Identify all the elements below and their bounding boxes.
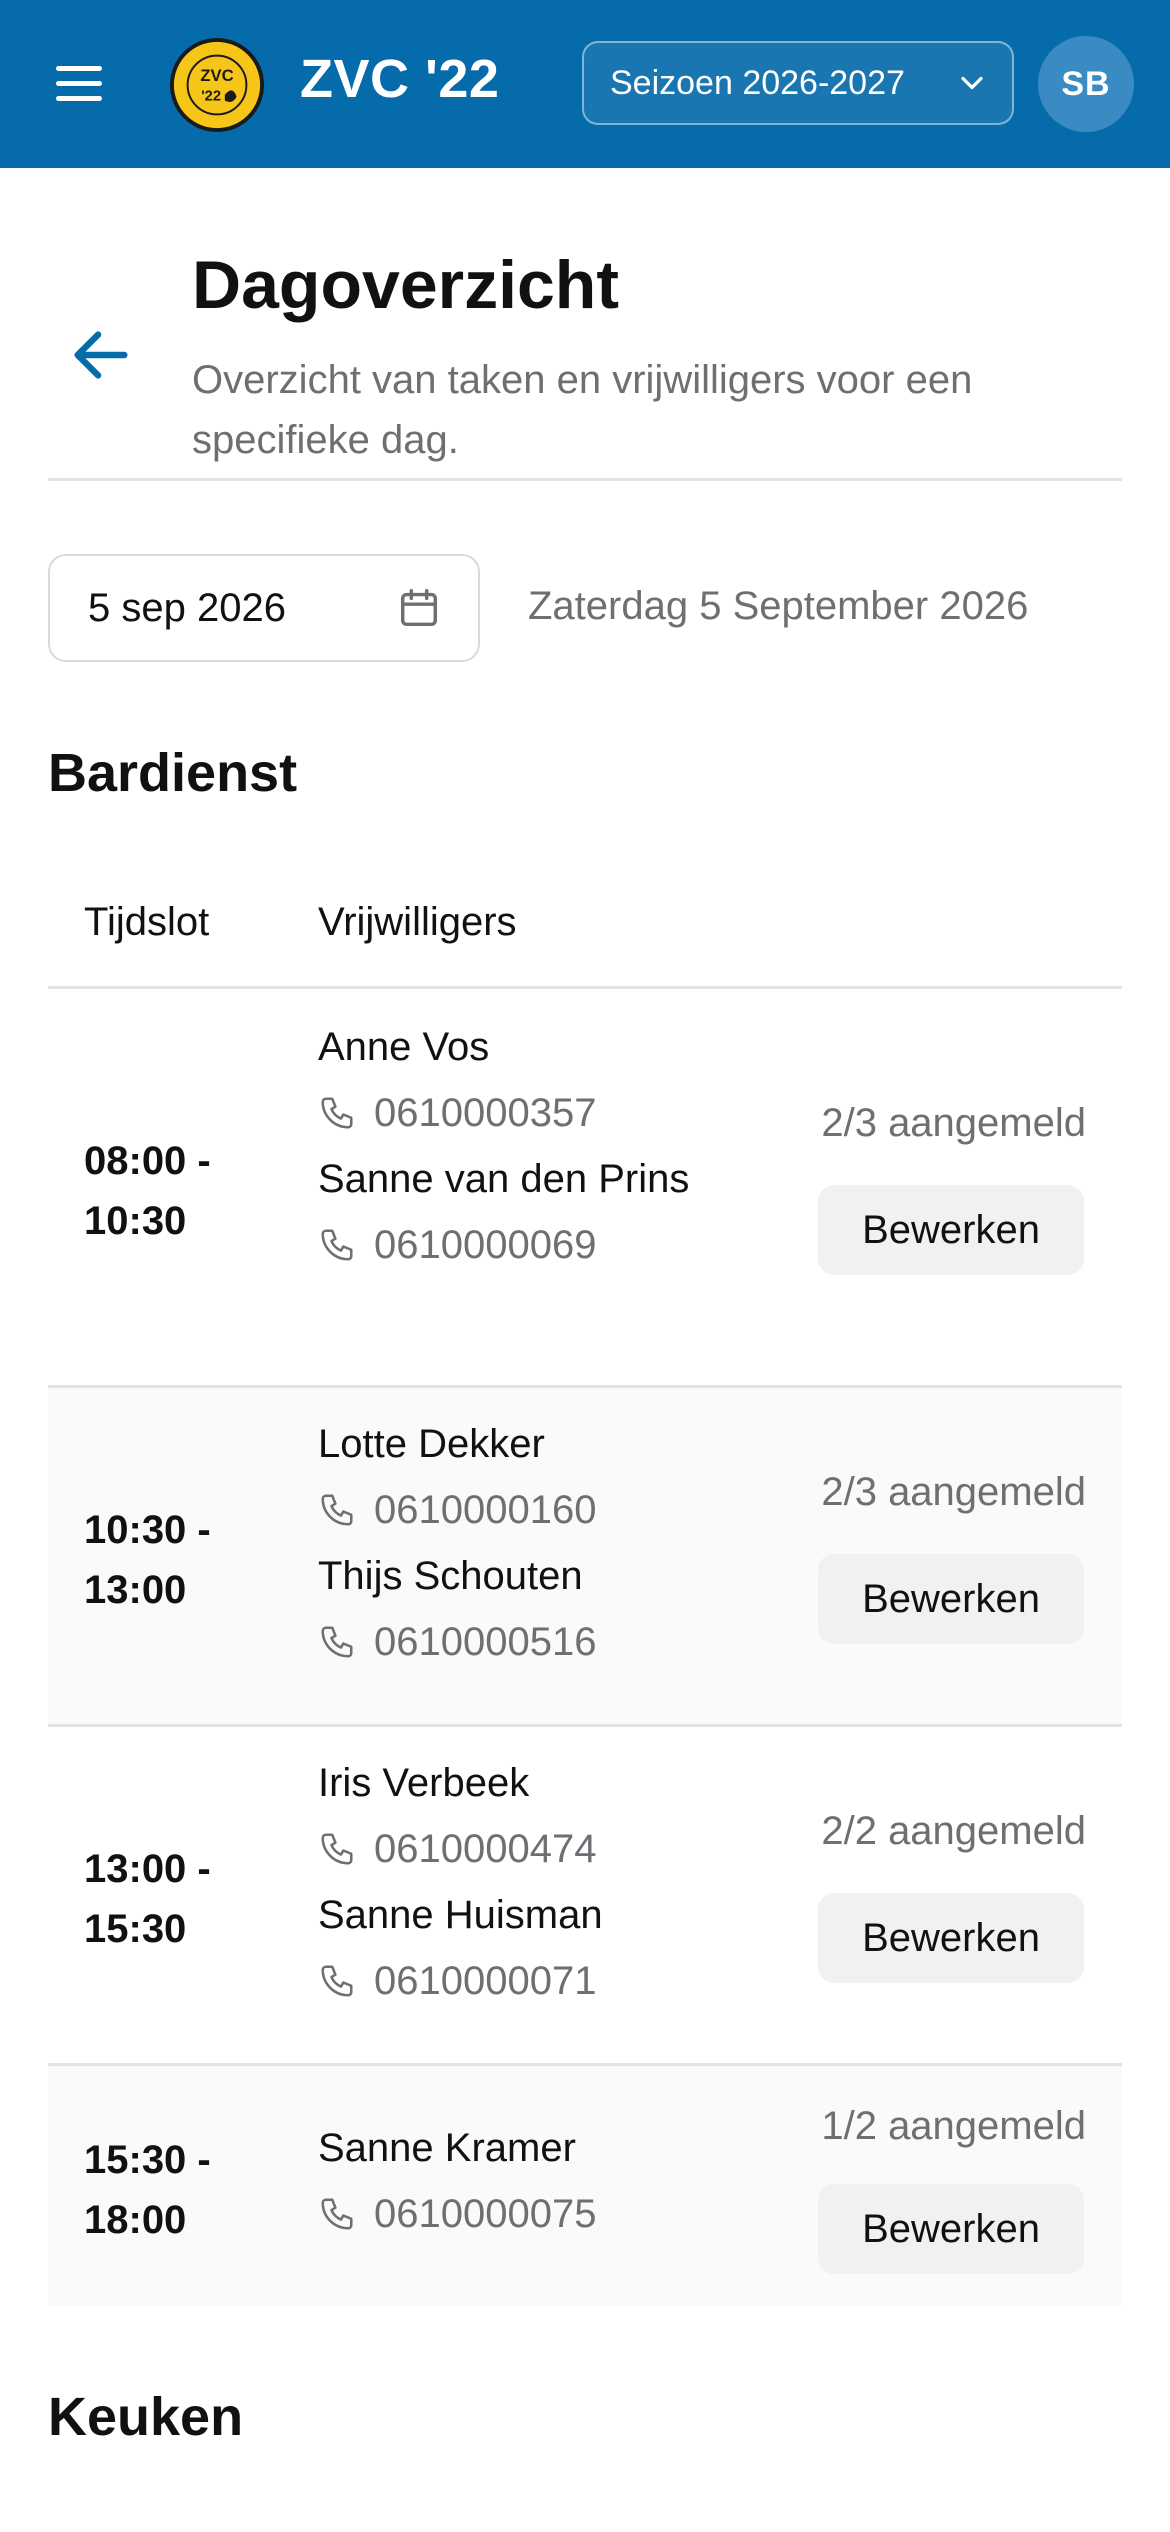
table-row: 10:30 - 13:00 Lotte Dekker 0610000160 Th… bbox=[48, 1388, 1122, 1724]
timeslot-start: 10:30 - bbox=[84, 1508, 211, 1552]
timeslot-end: 15:30 bbox=[84, 1907, 187, 1951]
volunteer-phone[interactable]: 0610000357 bbox=[318, 1077, 698, 1149]
svg-text:'22: '22 bbox=[201, 89, 221, 105]
selected-date-label: Zaterdag 5 September 2026 bbox=[528, 584, 1029, 628]
date-input[interactable]: 5 sep 2026 bbox=[48, 554, 480, 662]
calendar-icon[interactable] bbox=[396, 585, 442, 631]
volunteer-phone[interactable]: 0610000160 bbox=[318, 1474, 698, 1546]
phone-number: 0610000516 bbox=[374, 1620, 597, 1664]
timeslot: 13:00 - 15:30 bbox=[84, 1839, 211, 1959]
phone-icon bbox=[321, 1229, 353, 1261]
timeslot-start: 08:00 - bbox=[84, 1139, 211, 1183]
volunteer-list: Iris Verbeek 0610000474 Sanne Huisman 06… bbox=[318, 1753, 698, 2017]
back-arrow-icon[interactable] bbox=[66, 320, 136, 390]
header-divider bbox=[48, 478, 1122, 481]
table-row: 13:00 - 15:30 Iris Verbeek 0610000474 Sa… bbox=[48, 1727, 1122, 2063]
app-header: ZVC '22 ZVC '22 Seizoen 2026-2027 SB bbox=[0, 0, 1170, 168]
app-title: ZVC '22 bbox=[300, 49, 500, 109]
timeslot: 08:00 - 10:30 bbox=[84, 1131, 211, 1251]
edit-button[interactable]: Bewerken bbox=[818, 1893, 1084, 1983]
edit-button[interactable]: Bewerken bbox=[818, 1185, 1084, 1275]
phone-icon bbox=[321, 1965, 353, 1997]
phone-number: 0610000357 bbox=[374, 1091, 597, 1135]
phone-icon bbox=[321, 1833, 353, 1865]
volunteer-name: Lotte Dekker bbox=[318, 1422, 545, 1466]
phone-number: 0610000474 bbox=[374, 1827, 597, 1871]
volunteer-name: Sanne Huisman bbox=[318, 1893, 603, 1937]
volunteer-list: Sanne Kramer 0610000075 bbox=[318, 2118, 698, 2250]
volunteer-list: Lotte Dekker 0610000160 Thijs Schouten 0… bbox=[318, 1414, 698, 1678]
page-subtitle: Overzicht van taken en vrijwilligers voo… bbox=[192, 358, 973, 462]
edit-button[interactable]: Bewerken bbox=[818, 1554, 1084, 1644]
volunteer-name: Anne Vos bbox=[318, 1025, 490, 1069]
svg-text:ZVC: ZVC bbox=[200, 66, 233, 85]
column-header-volunteers: Vrijwilligers bbox=[318, 900, 517, 944]
chevron-down-icon bbox=[961, 76, 983, 90]
phone-number: 0610000069 bbox=[374, 1223, 597, 1267]
season-select[interactable]: Seizoen 2026-2027 bbox=[582, 41, 1014, 125]
season-select-value: Seizoen 2026-2027 bbox=[610, 63, 905, 102]
phone-icon bbox=[321, 1494, 353, 1526]
timeslot-start: 15:30 - bbox=[84, 2138, 211, 2182]
volunteer-name: Iris Verbeek bbox=[318, 1761, 530, 1805]
edit-button[interactable]: Bewerken bbox=[818, 2184, 1084, 2274]
phone-number: 0610000160 bbox=[374, 1488, 597, 1532]
phone-number: 0610000071 bbox=[374, 1959, 597, 2003]
club-logo: ZVC '22 bbox=[169, 37, 265, 133]
volunteer-name: Sanne van den Prins bbox=[318, 1157, 690, 1201]
table-row: 08:00 - 10:30 Anne Vos 0610000357 Sanne … bbox=[48, 989, 1122, 1385]
timeslot-end: 18:00 bbox=[84, 2198, 187, 2242]
timeslot-end: 13:00 bbox=[84, 1568, 187, 1612]
phone-number: 0610000075 bbox=[374, 2192, 597, 2236]
timeslot-end: 10:30 bbox=[84, 1199, 187, 1243]
timeslot: 10:30 - 13:00 bbox=[84, 1500, 211, 1620]
phone-icon bbox=[321, 2198, 353, 2230]
volunteer-list: Anne Vos 0610000357 Sanne van den Prins … bbox=[318, 1017, 698, 1281]
volunteer-name: Thijs Schouten bbox=[318, 1554, 583, 1598]
phone-icon bbox=[321, 1626, 353, 1658]
page-title: Dagoverzicht bbox=[192, 247, 619, 323]
date-input-value: 5 sep 2026 bbox=[88, 585, 286, 630]
signup-count: 2/3 aangemeld bbox=[821, 1470, 1086, 1514]
signup-count: 2/3 aangemeld bbox=[821, 1101, 1086, 1145]
volunteer-phone[interactable]: 0610000069 bbox=[318, 1209, 698, 1281]
column-header-timeslot: Tijdslot bbox=[84, 900, 210, 944]
table-header: Tijdslot Vrijwilligers bbox=[48, 880, 1122, 986]
section-title-keuken: Keuken bbox=[48, 2387, 244, 2447]
timeslot: 15:30 - 18:00 bbox=[84, 2130, 211, 2250]
table-row: 15:30 - 18:00 Sanne Kramer 0610000075 1/… bbox=[48, 2066, 1122, 2306]
volunteer-phone[interactable]: 0610000516 bbox=[318, 1606, 698, 1678]
timeslot-start: 13:00 - bbox=[84, 1847, 211, 1891]
volunteer-phone[interactable]: 0610000474 bbox=[318, 1813, 698, 1885]
phone-icon bbox=[321, 1097, 353, 1129]
signup-count: 2/2 aangemeld bbox=[821, 1809, 1086, 1853]
volunteer-name: Sanne Kramer bbox=[318, 2126, 576, 2170]
menu-icon[interactable] bbox=[50, 62, 106, 106]
user-avatar[interactable]: SB bbox=[1038, 36, 1134, 132]
volunteer-phone[interactable]: 0610000075 bbox=[318, 2178, 698, 2250]
volunteer-phone[interactable]: 0610000071 bbox=[318, 1945, 698, 2017]
section-title-bardienst: Bardienst bbox=[48, 743, 298, 803]
signup-count: 1/2 aangemeld bbox=[821, 2104, 1086, 2148]
